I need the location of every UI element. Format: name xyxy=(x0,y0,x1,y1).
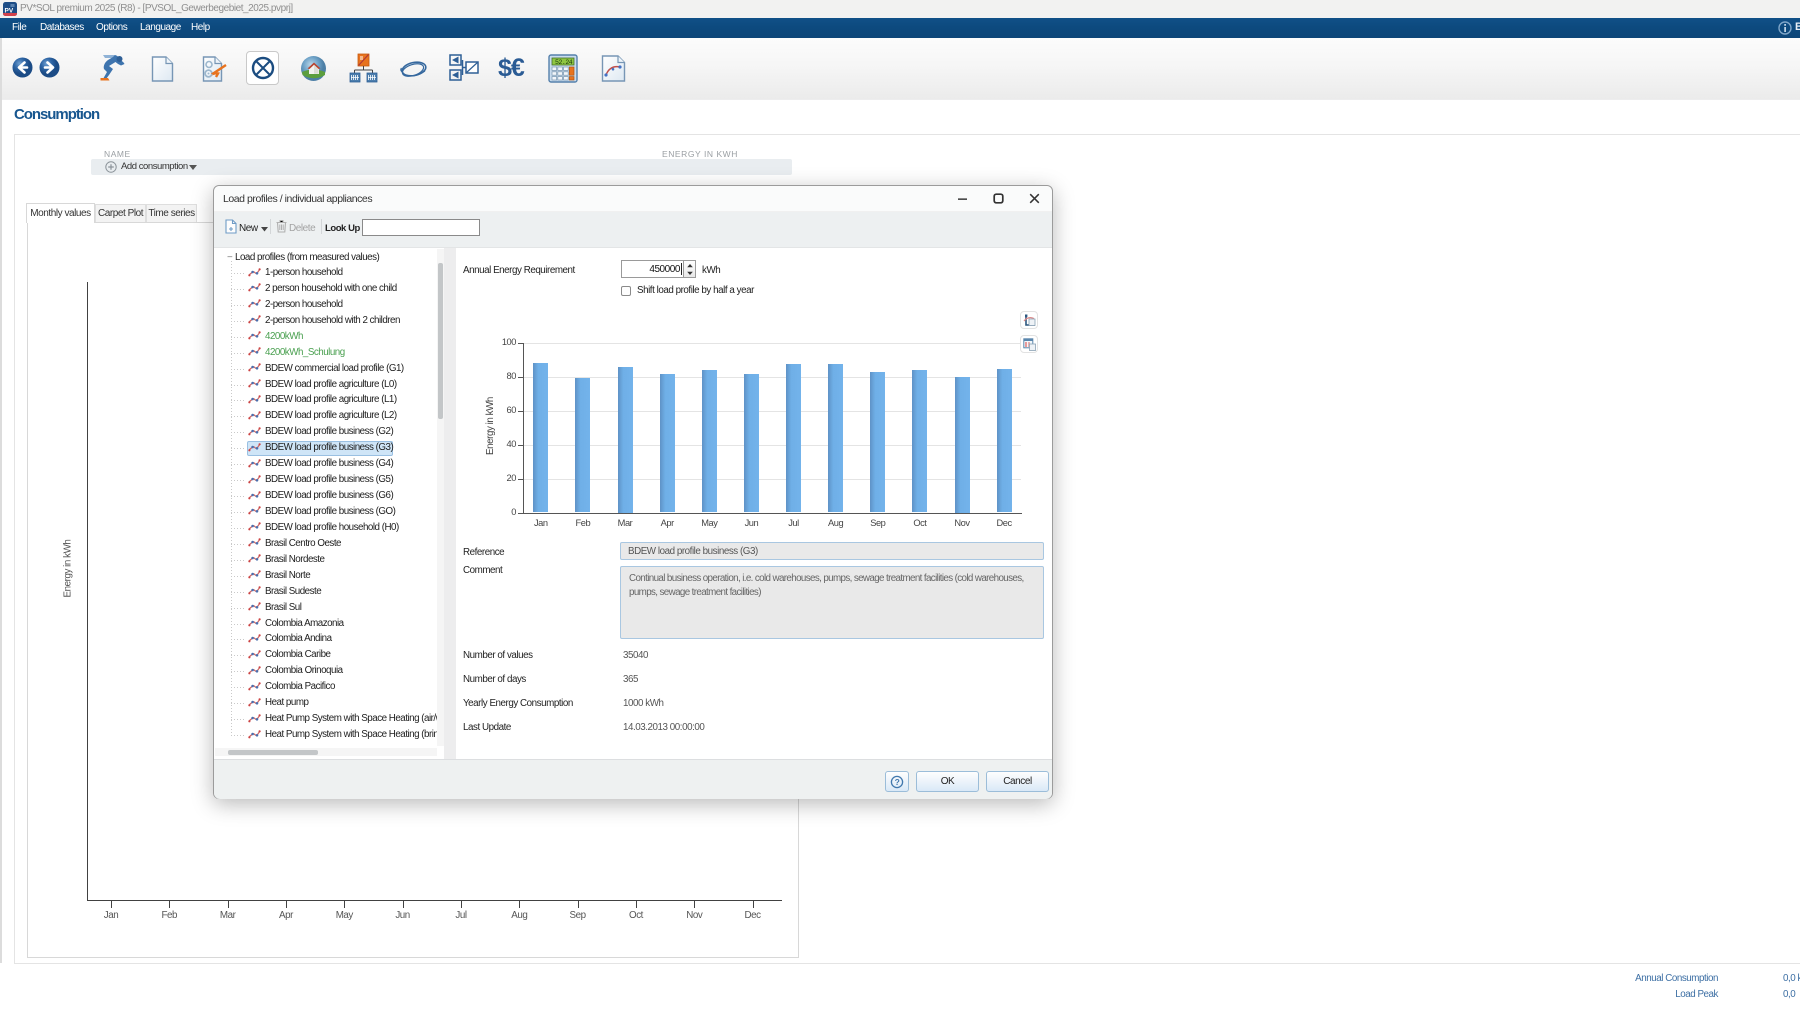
svg-text:52.24: 52.24 xyxy=(555,59,573,66)
svg-text:?: ? xyxy=(895,777,900,787)
svg-text:PV: PV xyxy=(5,8,14,15)
